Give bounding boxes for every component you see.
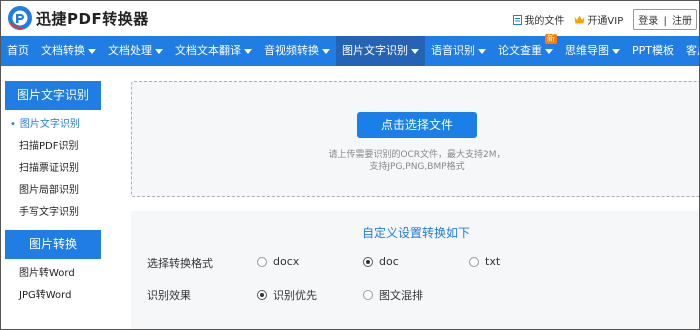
nav-label: 语音识别	[431, 44, 475, 57]
nav-item-image-ocr[interactable]: 图片文字识别	[336, 36, 425, 66]
radio-button-checked[interactable]	[363, 256, 373, 267]
chevron-down-icon	[88, 48, 96, 54]
nav-item-av-convert[interactable]: 音视频转换	[258, 36, 336, 66]
sidebar-section-title: 图片转换	[5, 230, 101, 259]
option-label: doc	[379, 255, 399, 268]
top-bar: 迅捷PDF转换器 我的文件 开通VIP 登录 | 注册	[1, 1, 699, 36]
sidebar-item-jpg-to-word[interactable]: JPG转Word	[5, 285, 101, 307]
radio-button[interactable]	[469, 256, 479, 267]
upload-hint-line: 请上传需要识别的OCR文件，最大支持2M，	[328, 150, 506, 160]
nav-item-mindmap[interactable]: 思维导图	[559, 36, 626, 66]
nav-label: 首页	[7, 44, 29, 57]
login-link[interactable]: 登录	[638, 16, 658, 27]
nav-item-doc-process[interactable]: 文档处理	[102, 36, 169, 66]
sidebar-item-image-to-word[interactable]: 图片转Word	[5, 263, 101, 285]
sidebar-list: 图片文字识别 扫描PDF识别 扫描票证识别 图片局部识别 手写文字识别	[5, 110, 101, 224]
chevron-down-icon	[244, 48, 252, 54]
effect-option-mixed-layout[interactable]: 图文混排	[363, 287, 423, 303]
format-row: 选择转换格式 docx doc txt	[147, 255, 687, 270]
my-files-link[interactable]: 我的文件	[513, 12, 564, 27]
effect-row: 识别效果 识别优先 图文混排	[147, 287, 687, 303]
register-link[interactable]: 注册	[672, 16, 692, 27]
crown-icon	[574, 15, 585, 24]
sidebar-item-scan-pdf[interactable]: 扫描PDF识别	[5, 136, 101, 158]
nav-item-translate[interactable]: 文档文本翻译	[169, 36, 258, 66]
sidebar-item-image-ocr[interactable]: 图片文字识别	[5, 114, 101, 136]
app-window: 迅捷PDF转换器 我的文件 开通VIP 登录 | 注册 首页 文档转换 文档处理…	[0, 0, 700, 330]
chevron-down-icon	[478, 48, 486, 54]
option-label: 图文混排	[379, 289, 423, 302]
file-icon	[513, 14, 523, 25]
nav-item-home[interactable]: 首页	[1, 36, 35, 66]
radio-button-checked[interactable]	[257, 290, 267, 300]
nav-item-paper-check[interactable]: 论文查重新	[492, 34, 559, 66]
new-badge: 新	[545, 34, 557, 44]
option-label: docx	[273, 255, 300, 268]
sidebar-item-scan-ticket[interactable]: 扫描票证识别	[5, 158, 101, 180]
upload-hint-line: 支持JPG,PNG,BMP格式	[369, 162, 465, 172]
nav-label: 音视频转换	[264, 44, 319, 57]
separator: |	[663, 16, 667, 27]
nav-label: 文档文本翻译	[175, 44, 241, 57]
sidebar-list: 图片转Word JPG转Word	[5, 259, 101, 307]
settings-title: 自定义设置转换如下	[361, 226, 470, 240]
radio-button[interactable]	[363, 290, 373, 300]
format-label: 选择转换格式	[147, 257, 213, 270]
chevron-down-icon	[545, 48, 553, 54]
option-label: txt	[485, 255, 501, 268]
chevron-down-icon	[322, 48, 330, 54]
vip-link[interactable]: 开通VIP	[574, 12, 623, 27]
brand-logo-icon[interactable]	[7, 5, 33, 31]
radio-button[interactable]	[257, 256, 267, 267]
nav-label: PPT模板	[632, 44, 674, 57]
main-nav: 首页 文档转换 文档处理 文档文本翻译 音视频转换 图片文字识别 语音识别 论文…	[1, 34, 699, 66]
format-option-txt[interactable]: txt	[469, 255, 500, 268]
nav-label: 客户端	[686, 44, 699, 57]
top-links: 我的文件 开通VIP 登录 | 注册	[513, 9, 697, 30]
chevron-down-icon	[612, 48, 620, 54]
nav-label: 文档转换	[41, 44, 85, 57]
nav-label: 文档处理	[108, 44, 152, 57]
sidebar-item-partial-ocr[interactable]: 图片局部识别	[5, 180, 101, 202]
sidebar: 图片文字识别 图片文字识别 扫描PDF识别 扫描票证识别 图片局部识别 手写文字…	[5, 81, 101, 329]
chevron-down-icon	[155, 48, 163, 54]
select-file-button[interactable]: 点击选择文件	[357, 112, 477, 138]
nav-item-speech[interactable]: 语音识别	[425, 36, 492, 66]
nav-item-ppt[interactable]: PPT模板	[626, 36, 680, 66]
sidebar-section-title: 图片文字识别	[5, 81, 101, 110]
my-files-label: 我的文件	[524, 16, 565, 27]
vip-label: 开通VIP	[587, 16, 624, 27]
brand-name[interactable]: 迅捷PDF转换器	[36, 8, 149, 29]
nav-label: 论文查重	[498, 44, 542, 57]
nav-label: 思维导图	[565, 44, 609, 57]
nav-label: 图片文字识别	[342, 44, 408, 57]
option-label: 识别优先	[273, 289, 317, 302]
effect-option-ocr-first[interactable]: 识别优先	[257, 287, 317, 303]
sidebar-item-handwriting[interactable]: 手写文字识别	[5, 202, 101, 224]
conversion-settings: 自定义设置转换如下 选择转换格式 docx doc txt 识别效果 识别优先	[131, 211, 699, 329]
format-option-doc[interactable]: doc	[363, 255, 399, 268]
login-register-box: 登录 | 注册	[633, 9, 697, 30]
format-option-docx[interactable]: docx	[257, 255, 299, 268]
upload-dropzone[interactable]: 点击选择文件 请上传需要识别的OCR文件，最大支持2M， 支持JPG,PNG,B…	[131, 81, 699, 197]
upload-hint: 请上传需要识别的OCR文件，最大支持2M， 支持JPG,PNG,BMP格式	[132, 149, 699, 173]
chevron-down-icon	[411, 48, 419, 54]
nav-item-client[interactable]: 客户端	[680, 36, 699, 66]
effect-label: 识别效果	[147, 289, 191, 302]
nav-item-doc-convert[interactable]: 文档转换	[35, 36, 102, 66]
